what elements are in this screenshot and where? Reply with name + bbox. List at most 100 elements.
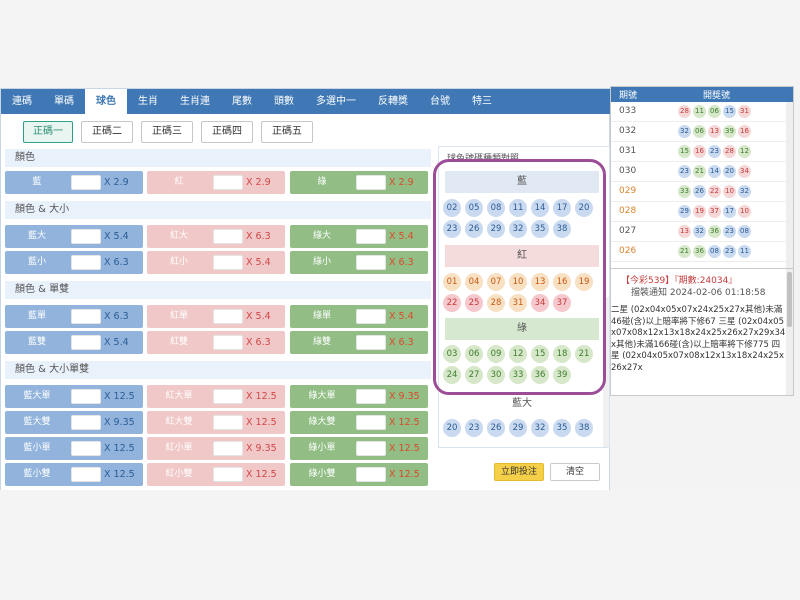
bet-cell-sos_r1-1: 紅大單 X 12.5 xyxy=(147,385,285,408)
bet-amount-input[interactable] xyxy=(356,229,386,244)
tab-6[interactable]: 頭數 xyxy=(263,89,305,114)
result-ball: 08 xyxy=(738,225,751,238)
result-period: 029 xyxy=(619,186,637,196)
results-scrollbar[interactable] xyxy=(786,102,793,269)
bet-label: 紅大雙 xyxy=(165,417,193,427)
results-panel: 期號 開獎號 033 28 11 06 15 31 032 32 06 13 39 16 031 15 16… xyxy=(610,86,794,270)
notice-body: 二星 (02x04x05x07x24x25x27x其他)未滿46碰(含)以上賠率… xyxy=(611,305,786,373)
bet-odds: X 6.3 xyxy=(246,337,271,348)
results-numbers-header: 開獎號 xyxy=(703,91,731,101)
bet-cell-sos_r3-2: 綠小單 X 12.5 xyxy=(290,437,428,460)
tab-7[interactable]: 多選中一 xyxy=(305,89,367,114)
bet-odds: X 5.4 xyxy=(389,311,414,322)
bet-amount-input[interactable] xyxy=(71,309,101,324)
result-row: 032 32 06 13 39 16 xyxy=(611,122,793,142)
result-ball: 19 xyxy=(693,205,706,218)
result-ball: 21 xyxy=(693,165,706,178)
tab-0[interactable]: 連碼 xyxy=(1,89,43,114)
result-row: 028 29 19 37 17 10 xyxy=(611,202,793,222)
tab-5[interactable]: 尾數 xyxy=(221,89,263,114)
bet-cell-color_size_r2-2: 綠小 X 6.3 xyxy=(290,251,428,274)
bet-amount-input[interactable] xyxy=(213,415,243,430)
result-ball: 08 xyxy=(708,245,721,258)
bet-amount-input[interactable] xyxy=(71,467,101,482)
bet-amount-input[interactable] xyxy=(356,441,386,456)
subtab-2[interactable]: 正碼二 xyxy=(81,121,133,143)
result-balls: 29 19 37 17 10 xyxy=(678,205,751,218)
tab-8[interactable]: 反轉獎 xyxy=(367,89,419,114)
bet-cell-odd_even_r2-0: 藍雙 X 5.4 xyxy=(5,331,143,354)
bet-amount-input[interactable] xyxy=(71,415,101,430)
result-period: 027 xyxy=(619,226,637,236)
ball-blue_big-23: 23 xyxy=(465,419,483,437)
result-ball: 13 xyxy=(678,225,691,238)
ball-blue_big-35: 35 xyxy=(553,419,571,437)
bet-odds: X 9.35 xyxy=(246,443,277,454)
tab-1[interactable]: 單碼 xyxy=(43,89,85,114)
subtab-1[interactable]: 正碼一 xyxy=(23,121,73,143)
bet-label: 藍大雙 xyxy=(23,417,51,427)
bet-cell-color_size_r2-1: 紅小 X 5.4 xyxy=(147,251,285,274)
bet-amount-input[interactable] xyxy=(213,441,243,456)
tab-4[interactable]: 生肖連 xyxy=(169,89,221,114)
bet-amount-input[interactable] xyxy=(356,467,386,482)
bet-odds: X 12.5 xyxy=(246,417,277,428)
notice-scrollbar[interactable] xyxy=(786,269,793,395)
result-ball: 33 xyxy=(678,185,691,198)
bet-amount-input[interactable] xyxy=(356,389,386,404)
bet-amount-input[interactable] xyxy=(213,255,243,270)
result-ball: 06 xyxy=(693,125,706,138)
result-row: 027 13 32 36 23 08 xyxy=(611,222,793,242)
bet-cell-sos_r4-0: 藍小雙 X 12.5 xyxy=(5,463,143,486)
bet-label: 藍單 xyxy=(27,311,46,321)
blue-big-ball-list: 20 23 26 29 32 35 38 xyxy=(443,419,607,437)
clear-button[interactable]: 清空 xyxy=(550,463,600,481)
tab-2[interactable]: 球色 xyxy=(85,89,127,114)
blue-big-group-header: 藍大 xyxy=(512,398,532,409)
bet-cell-color_size_r1-0: 藍大 X 5.4 xyxy=(5,225,143,248)
bet-label: 藍 xyxy=(32,177,42,187)
tab-9[interactable]: 台號 xyxy=(419,89,461,114)
subtab-3[interactable]: 正碼三 xyxy=(141,121,193,143)
bet-now-button[interactable]: 立即投注 xyxy=(494,463,544,481)
bet-amount-input[interactable] xyxy=(213,467,243,482)
tab-3[interactable]: 生肖 xyxy=(127,89,169,114)
bet-amount-input[interactable] xyxy=(356,415,386,430)
bet-amount-input[interactable] xyxy=(71,175,101,190)
bet-label: 紅雙 xyxy=(169,337,188,347)
bet-amount-input[interactable] xyxy=(71,255,101,270)
result-ball: 14 xyxy=(708,165,721,178)
bet-label: 藍小 xyxy=(27,257,46,267)
subtab-5[interactable]: 正碼五 xyxy=(261,121,313,143)
bet-amount-input[interactable] xyxy=(71,335,101,350)
bet-amount-input[interactable] xyxy=(213,335,243,350)
ball-blue_big-38: 38 xyxy=(575,419,593,437)
result-period: 033 xyxy=(619,106,637,116)
bet-odds: X 6.3 xyxy=(104,311,129,322)
bet-cell-sos_r2-0: 藍大雙 X 9.35 xyxy=(5,411,143,434)
bet-amount-input[interactable] xyxy=(213,175,243,190)
bet-odds: X 6.3 xyxy=(389,337,414,348)
bet-amount-input[interactable] xyxy=(213,309,243,324)
result-ball: 23 xyxy=(723,245,736,258)
bet-amount-input[interactable] xyxy=(213,389,243,404)
bet-amount-input[interactable] xyxy=(71,229,101,244)
bet-odds: X 6.3 xyxy=(104,257,129,268)
result-balls: 28 11 06 15 31 xyxy=(678,105,751,118)
bet-amount-input[interactable] xyxy=(71,441,101,456)
bet-amount-input[interactable] xyxy=(356,335,386,350)
result-ball: 26 xyxy=(693,185,706,198)
result-period: 028 xyxy=(619,206,637,216)
result-row: 033 28 11 06 15 31 xyxy=(611,102,793,122)
bet-amount-input[interactable] xyxy=(71,389,101,404)
result-ball: 32 xyxy=(738,185,751,198)
subtab-4[interactable]: 正碼四 xyxy=(201,121,253,143)
bet-amount-input[interactable] xyxy=(356,309,386,324)
tab-10[interactable]: 特三 xyxy=(461,89,503,114)
bet-amount-input[interactable] xyxy=(356,255,386,270)
bet-odds: X 12.5 xyxy=(104,469,135,480)
bet-label: 紅大 xyxy=(169,231,188,241)
bet-amount-input[interactable] xyxy=(213,229,243,244)
highlight-ring xyxy=(433,159,606,395)
bet-amount-input[interactable] xyxy=(356,175,386,190)
